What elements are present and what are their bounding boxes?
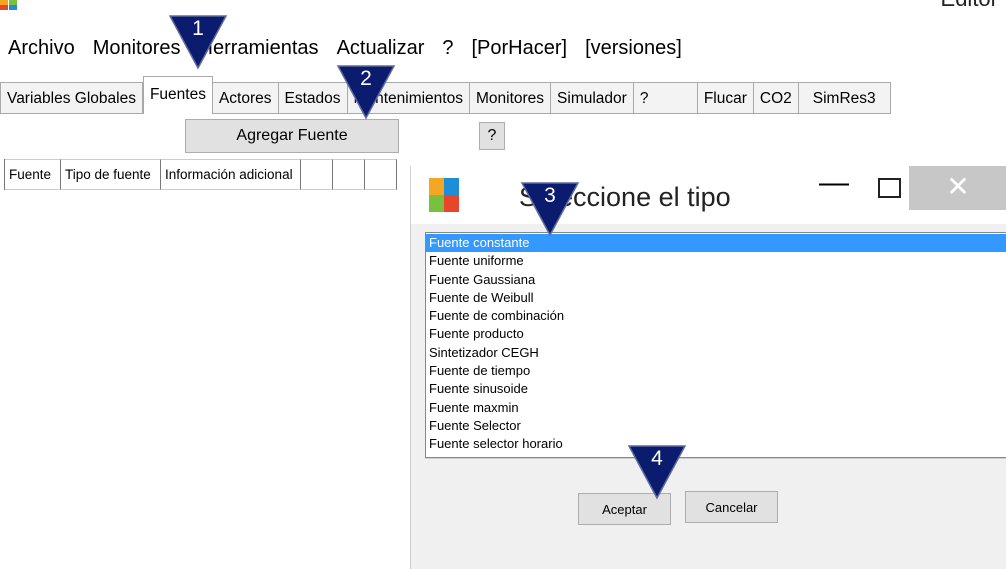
help-button[interactable]: ? [479, 122, 505, 150]
menu-archivo[interactable]: Archivo [0, 37, 84, 60]
tab-monitores[interactable]: Monitores [469, 82, 552, 114]
tab-fuentes[interactable]: Fuentes [142, 76, 213, 114]
window-title: Editor [941, 0, 998, 12]
list-item[interactable]: Fuente selector horario [426, 435, 1006, 453]
callout-marker-1: 1 [168, 14, 228, 70]
app-logo-icon [0, 0, 18, 10]
tab-variables-globales[interactable]: Variables Globales [0, 82, 143, 114]
callout-marker-2: 2 [336, 64, 396, 120]
tab-simulador[interactable]: Simulador [551, 82, 634, 114]
select-type-dialog: Seleccione el tipo — ✕ Fuente constante … [410, 166, 1006, 569]
list-item[interactable]: Fuente sinusoide [426, 380, 1006, 398]
cancel-button[interactable]: Cancelar [685, 491, 778, 523]
tab-actores[interactable]: Actores [212, 82, 279, 114]
list-item[interactable]: Fuente producto [426, 325, 1006, 343]
maximize-icon[interactable] [869, 168, 907, 202]
tab-strip: Variables Globales Fuentes Actores Estad… [0, 74, 891, 114]
menu-actualizar[interactable]: Actualizar [328, 37, 434, 60]
tab-simres3[interactable]: SimRes3 [798, 82, 891, 114]
tab-flucar[interactable]: Flucar [697, 82, 754, 114]
list-item-fuente-constante[interactable]: Fuente constante [426, 234, 1006, 253]
list-item[interactable]: Fuente Gaussiana [426, 271, 1006, 289]
list-item[interactable]: Fuente maxmin [426, 399, 1006, 417]
dialog-divider [425, 458, 1006, 459]
menu-help[interactable]: ? [433, 37, 462, 60]
list-item[interactable]: Fuente Selector [426, 417, 1006, 435]
menu-versiones[interactable]: [versiones] [576, 37, 691, 60]
sources-table-header: Fuente Tipo de fuente Información adicio… [4, 159, 397, 190]
column-header-extra-2[interactable] [333, 159, 365, 190]
column-header-fuente[interactable]: Fuente [5, 159, 61, 190]
callout-marker-3: 3 [520, 181, 580, 237]
list-item[interactable]: Fuente de Weibull [426, 289, 1006, 307]
list-item[interactable]: Fuente de tiempo [426, 362, 1006, 380]
list-item[interactable]: Fuente uniforme [426, 252, 1006, 270]
column-header-tipo[interactable]: Tipo de fuente [61, 159, 161, 190]
source-type-list[interactable]: Fuente constante Fuente uniforme Fuente … [425, 232, 1006, 458]
app-logo-icon [429, 178, 459, 212]
add-source-button[interactable]: Agregar Fuente [185, 119, 399, 153]
tab-help[interactable]: ? [633, 82, 698, 114]
tab-co2[interactable]: CO2 [753, 82, 799, 114]
callout-marker-4: 4 [627, 444, 687, 500]
list-item[interactable]: Fuente de combinación [426, 307, 1006, 325]
menu-porhacer[interactable]: [PorHacer] [463, 37, 577, 60]
minimize-icon[interactable]: — [815, 168, 853, 202]
menu-bar: Archivo Monitores Herramientas Actualiza… [0, 32, 691, 64]
column-header-info[interactable]: Información adicional [161, 159, 301, 190]
column-header-extra-3[interactable] [365, 159, 397, 190]
list-item[interactable]: Sintetizador CEGH [426, 344, 1006, 362]
column-header-extra-1[interactable] [301, 159, 333, 190]
close-icon[interactable]: ✕ [909, 166, 1006, 210]
dialog-titlebar[interactable]: Seleccione el tipo — ✕ [411, 166, 1006, 224]
